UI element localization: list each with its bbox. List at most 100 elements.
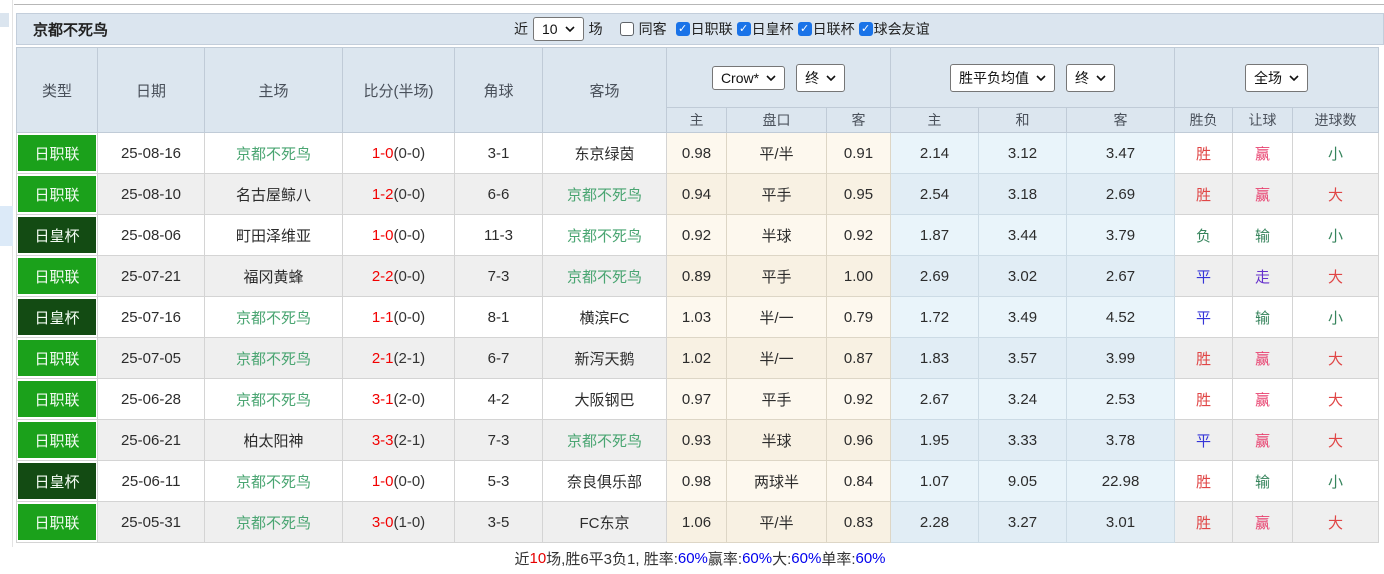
goals-outcome: 大 bbox=[1292, 173, 1380, 215]
sub-header-avg-draw: 和 bbox=[978, 107, 1068, 133]
avg-home-odds: 1.72 bbox=[890, 296, 980, 338]
final-score: 1-2 bbox=[371, 185, 394, 203]
home-team: 柏太阳神 bbox=[204, 419, 343, 461]
ah-line: 平/半 bbox=[726, 501, 827, 543]
away-team: 东京绿茵 bbox=[542, 132, 667, 174]
match-score: 3-1(2-0) bbox=[342, 378, 455, 420]
league-checkbox[interactable]: ✓ bbox=[675, 22, 690, 36]
league-type-badge: 日职联 bbox=[18, 135, 96, 171]
half-time-score: (2-1) bbox=[393, 431, 426, 449]
home-team: 京都不死鸟 bbox=[204, 132, 343, 174]
col-header-score: 比分(半场) bbox=[342, 47, 455, 133]
team-title: 京都不死鸟 bbox=[33, 21, 109, 39]
ah-away-odds: 0.79 bbox=[825, 296, 892, 338]
same-away-label: 同客 bbox=[638, 21, 667, 37]
ah-line: 平手 bbox=[726, 378, 827, 420]
away-team: 京都不死鸟 bbox=[542, 419, 667, 461]
filter-controls: 近 10 场 同客 ✓ 日职联 ✓ 日皇杯 ✓ 日联杯 ✓ 球会友谊 bbox=[514, 14, 930, 44]
league-checkbox[interactable]: ✓ bbox=[797, 22, 812, 36]
handicap-outcome: 走 bbox=[1232, 255, 1294, 297]
handicap-outcome: 输 bbox=[1232, 460, 1294, 502]
average-odds-state-select[interactable]: 终 bbox=[1066, 63, 1116, 92]
chevron-down-icon bbox=[1096, 74, 1106, 81]
league-checkbox-label: 日皇杯 bbox=[751, 21, 794, 37]
final-score: 3-3 bbox=[371, 431, 394, 449]
match-date: 25-08-10 bbox=[97, 173, 205, 215]
avg-home-odds: 2.69 bbox=[890, 255, 980, 297]
league-type-badge: 日职联 bbox=[18, 176, 96, 212]
half-time-score: (2-0) bbox=[393, 390, 426, 408]
away-team: 大阪钢巴 bbox=[542, 378, 667, 420]
league-checkbox[interactable]: ✓ bbox=[858, 22, 873, 36]
scope-select[interactable]: 全场 bbox=[1245, 63, 1309, 92]
avg-draw-odds: 3.57 bbox=[978, 337, 1068, 379]
title-bar: 京都不死鸟 近 10 场 同客 ✓ 日职联 ✓ 日皇杯 ✓ 日联杯 ✓ 球会友谊 bbox=[16, 13, 1384, 45]
handicap-outcome: 赢 bbox=[1232, 419, 1294, 461]
goals-outcome: 大 bbox=[1292, 255, 1380, 297]
ah-home-odds: 0.98 bbox=[666, 132, 727, 174]
avg-draw-odds: 3.27 bbox=[978, 501, 1068, 543]
home-team: 名古屋鲸八 bbox=[204, 173, 343, 215]
avg-away-odds: 3.01 bbox=[1066, 501, 1176, 543]
match-date: 25-08-06 bbox=[97, 214, 205, 256]
half-time-score: (0-0) bbox=[393, 226, 426, 244]
ah-home-odds: 1.03 bbox=[666, 296, 727, 338]
summary-segment: 场,胜6平3负1, 胜率: bbox=[546, 551, 678, 568]
league-type-badge: 日皇杯 bbox=[18, 463, 96, 499]
result-outcome: 胜 bbox=[1174, 501, 1234, 543]
result-outcome: 平 bbox=[1174, 296, 1234, 338]
match-date: 25-06-28 bbox=[97, 378, 205, 420]
average-odds-select[interactable]: 胜平负均值 bbox=[950, 63, 1056, 92]
ah-home-odds: 1.06 bbox=[666, 501, 727, 543]
match-score: 2-1(2-1) bbox=[342, 337, 455, 379]
final-score: 1-1 bbox=[371, 308, 394, 326]
handicap-outcome: 赢 bbox=[1232, 378, 1294, 420]
near-label: 近 bbox=[514, 21, 528, 37]
ah-line: 半球 bbox=[726, 419, 827, 461]
match-row: 日职联 25-08-16 京都不死鸟 1-0(0-0) 3-1 东京绿茵 0.9… bbox=[16, 132, 1380, 174]
match-score: 1-2(0-0) bbox=[342, 173, 455, 215]
ah-away-odds: 0.95 bbox=[825, 173, 892, 215]
ah-home-odds: 0.97 bbox=[666, 378, 727, 420]
bookmaker-odds-state-select[interactable]: 终 bbox=[796, 63, 846, 92]
avg-away-odds: 2.69 bbox=[1066, 173, 1176, 215]
final-score: 1-0 bbox=[371, 472, 394, 490]
league-checkbox[interactable]: ✓ bbox=[736, 22, 751, 36]
avg-home-odds: 2.28 bbox=[890, 501, 980, 543]
home-team: 京都不死鸟 bbox=[204, 460, 343, 502]
ah-line: 平手 bbox=[726, 173, 827, 215]
avg-away-odds: 3.79 bbox=[1066, 214, 1176, 256]
away-team: 横滨FC bbox=[542, 296, 667, 338]
goals-outcome: 小 bbox=[1292, 132, 1380, 174]
final-score: 1-0 bbox=[371, 226, 394, 244]
league-type-badge: 日职联 bbox=[18, 381, 96, 417]
same-away-checkbox[interactable] bbox=[619, 22, 634, 36]
match-row: 日职联 25-05-31 京都不死鸟 3-0(1-0) 3-5 FC东京 1.0… bbox=[16, 501, 1380, 543]
match-count-select[interactable]: 10 bbox=[533, 17, 584, 41]
half-time-score: (0-0) bbox=[393, 472, 426, 490]
matches-table: 类型 日期 主场 比分(半场) 角球 客场 Crow* 终 胜平负均值 终 全场… bbox=[16, 47, 1380, 543]
ah-away-odds: 0.84 bbox=[825, 460, 892, 502]
home-team: 京都不死鸟 bbox=[204, 501, 343, 543]
away-team: 京都不死鸟 bbox=[542, 214, 667, 256]
match-row: 日皇杯 25-06-11 京都不死鸟 1-0(0-0) 5-3 奈良俱乐部 0.… bbox=[16, 460, 1380, 502]
final-score: 2-2 bbox=[371, 267, 394, 285]
ah-home-odds: 1.02 bbox=[666, 337, 727, 379]
goals-outcome: 大 bbox=[1292, 337, 1380, 379]
avg-home-odds: 2.67 bbox=[890, 378, 980, 420]
match-row: 日皇杯 25-07-16 京都不死鸟 1-1(0-0) 8-1 横滨FC 1.0… bbox=[16, 296, 1380, 338]
sub-header-ah-line: 盘口 bbox=[726, 107, 827, 133]
match-score: 2-2(0-0) bbox=[342, 255, 455, 297]
avg-draw-odds: 3.49 bbox=[978, 296, 1068, 338]
ah-away-odds: 1.00 bbox=[825, 255, 892, 297]
avg-away-odds: 2.53 bbox=[1066, 378, 1176, 420]
chevron-down-icon bbox=[766, 74, 776, 81]
result-outcome: 负 bbox=[1174, 214, 1234, 256]
match-score: 1-0(0-0) bbox=[342, 132, 455, 174]
avg-draw-odds: 3.44 bbox=[978, 214, 1068, 256]
sub-header-result: 胜负 bbox=[1174, 107, 1234, 133]
league-type-badge: 日职联 bbox=[18, 340, 96, 376]
ah-home-odds: 0.89 bbox=[666, 255, 727, 297]
ah-line: 平手 bbox=[726, 255, 827, 297]
bookmaker-select[interactable]: Crow* bbox=[711, 65, 786, 90]
